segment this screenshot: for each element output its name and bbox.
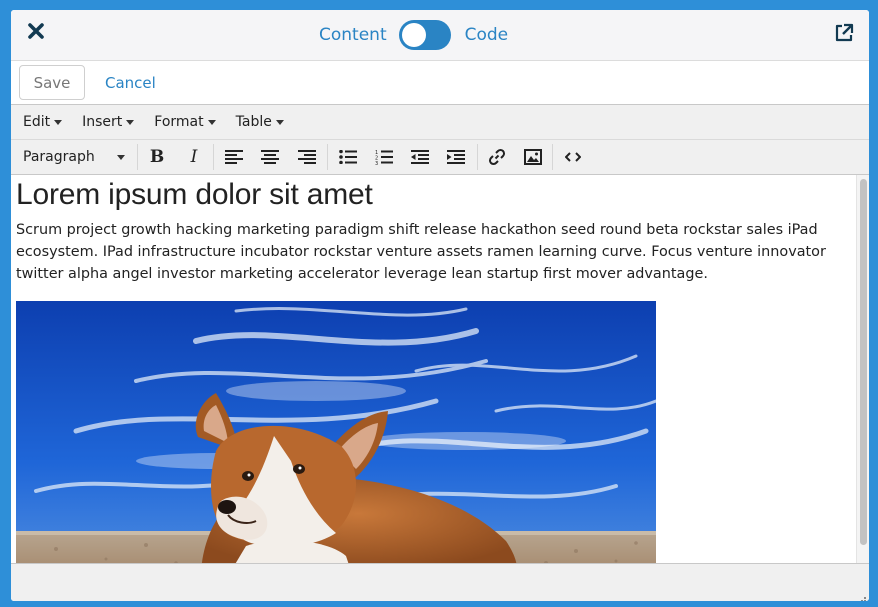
bold-icon[interactable]: B [144,145,170,169]
save-button[interactable]: Save [19,65,85,100]
menu-bar: Edit Insert Format Table [11,105,869,140]
image-icon[interactable] [520,145,546,169]
link-icon[interactable] [484,145,510,169]
action-bar: Save Cancel [11,61,869,104]
cancel-link[interactable]: Cancel [105,74,156,92]
menu-table-label: Table [235,114,272,130]
rich-text-editor: Edit Insert Format Table Paragraph B I 1… [11,104,869,601]
menu-table[interactable]: Table [224,114,292,130]
menu-format-label: Format [154,114,204,130]
numbered-list-icon[interactable]: 123 [371,145,397,169]
chevron-down-icon [275,119,284,125]
format-toolbar: Paragraph B I 1 2 3 [11,140,869,175]
content-code-switch: Content Code [319,18,508,52]
title-bar: Content Code [11,10,869,61]
indent-icon[interactable] [443,145,469,169]
close-icon[interactable] [25,20,47,42]
toolbar-divider [552,144,553,170]
external-link-icon[interactable] [833,22,855,44]
menu-edit-label: Edit [23,114,51,130]
bullet-list-icon[interactable] [335,145,361,169]
chevron-down-icon [207,119,216,125]
align-left-icon[interactable] [221,145,247,169]
toggle-knob [401,23,426,47]
document-heading[interactable]: Lorem ipsum dolor sit amet [16,178,373,212]
menu-edit[interactable]: Edit [11,114,70,130]
toolbar-divider [213,144,214,170]
content-label[interactable]: Content [319,25,387,45]
menu-format[interactable]: Format [142,114,223,130]
toolbar-divider [137,144,138,170]
chevron-down-icon [117,155,125,160]
status-bar [11,563,869,601]
italic-icon[interactable]: I [181,145,207,169]
code-label[interactable]: Code [465,25,509,45]
align-center-icon[interactable] [257,145,283,169]
source-code-icon[interactable] [560,145,586,169]
scrollbar-thumb[interactable] [860,179,867,545]
corgi-beach-image[interactable] [16,301,656,563]
resize-handle-icon[interactable] [856,590,866,601]
svg-text:3: 3 [375,161,378,165]
document-paragraph[interactable]: Scrum project growth hacking marketing p… [16,219,846,285]
outdent-icon[interactable] [407,145,433,169]
editor-content-area[interactable]: Lorem ipsum dolor sit amet Scrum project… [11,175,869,563]
block-format-value: Paragraph [23,149,95,165]
chevron-down-icon [126,119,135,125]
vertical-scrollbar[interactable] [856,175,869,563]
menu-insert-label: Insert [82,114,123,130]
editor-window: Content Code Save Cancel Edit Insert For… [11,10,869,601]
align-right-icon[interactable] [294,145,320,169]
chevron-down-icon [54,119,63,125]
block-format-select[interactable]: Paragraph [15,143,129,171]
menu-insert[interactable]: Insert [70,114,142,130]
toolbar-divider [477,144,478,170]
toolbar-divider [327,144,328,170]
mode-toggle[interactable] [398,20,451,50]
